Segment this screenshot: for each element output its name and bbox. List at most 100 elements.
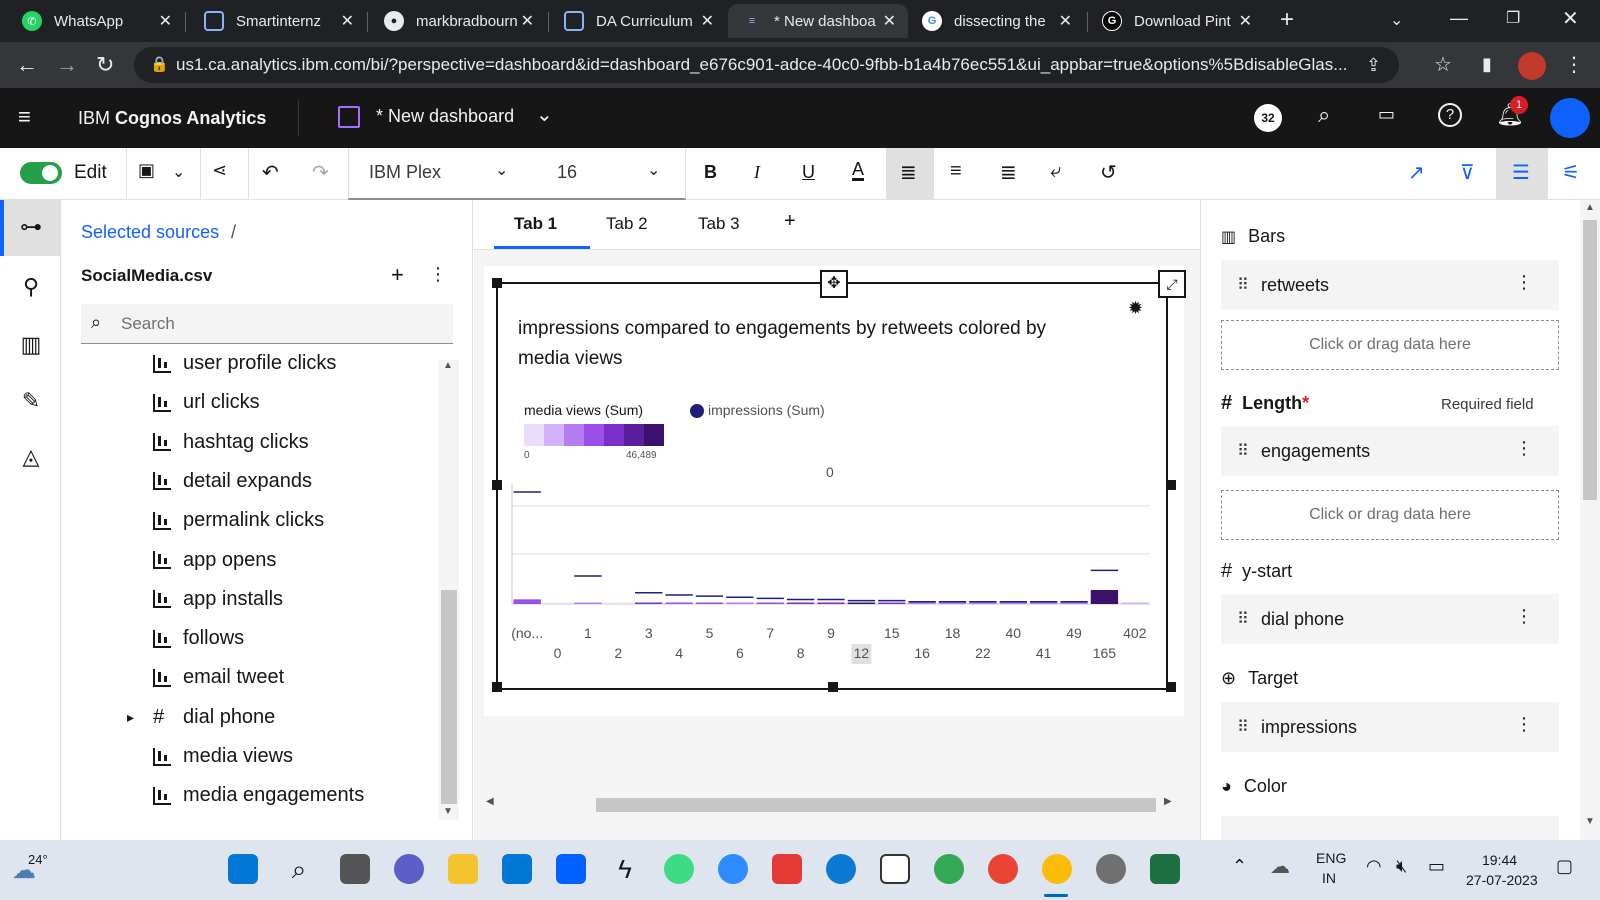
chat-icon[interactable]: ▭ (1378, 104, 1395, 125)
credits-badge[interactable]: 32 (1254, 104, 1282, 132)
window-close-icon[interactable]: ✕ (1562, 6, 1579, 31)
overflow-menu-icon[interactable]: ⋮ (1515, 272, 1533, 293)
tab-1[interactable]: Tab 1 (514, 214, 557, 234)
browser-tab[interactable]: Smartinternz ✕ (190, 4, 366, 38)
pin-icon[interactable]: ⚲ (18, 274, 44, 300)
length-dropzone[interactable]: Click or drag data here (1221, 490, 1559, 540)
expand-caret-icon[interactable]: ▸ (127, 709, 134, 726)
bullet-chart-widget[interactable]: ✥ ⤢ ✹ impressions compared to engagement… (492, 270, 1186, 692)
forward-icon[interactable]: → (56, 52, 78, 78)
chrome-icon[interactable] (988, 854, 1018, 884)
help-icon[interactable]: ? (1438, 103, 1462, 127)
android-studio-icon[interactable] (664, 854, 694, 884)
scrollbar-thumb[interactable] (441, 590, 457, 804)
source-item[interactable]: hashtag clicks (153, 431, 309, 454)
source-item[interactable]: app installs (153, 588, 283, 611)
visualizations-icon[interactable]: ▥ (18, 332, 44, 358)
sidepanel-icon[interactable]: ▮ (1482, 54, 1492, 75)
chevron-down-icon[interactable]: ⌄ (536, 102, 553, 127)
properties-icon[interactable]: ⚟ (1562, 160, 1580, 185)
search-icon[interactable]: ⌕ (1318, 102, 1330, 128)
fields-panel-button[interactable]: ☰ (1496, 148, 1548, 200)
drag-handle-icon[interactable]: ⠿ (1237, 609, 1249, 629)
source-item[interactable]: email tweet (153, 666, 284, 689)
redo-icon[interactable]: ↷ (312, 160, 329, 185)
drag-handle-icon[interactable]: ⠿ (1237, 441, 1249, 461)
widgets-icon[interactable]: ✎ (18, 388, 44, 414)
source-item[interactable]: ▸ # dial phone (127, 706, 275, 729)
font-size-value[interactable]: 16 (557, 162, 577, 183)
canvas-h-scrollbar[interactable]: ◀ ▶ (484, 796, 1174, 812)
assistant-icon[interactable]: ◬ (18, 444, 44, 470)
slot-length-item[interactable]: ⠿ engagements ⋮ (1221, 426, 1559, 476)
hamburger-menu-icon[interactable]: ≡ (18, 104, 31, 130)
wifi-icon[interactable]: ◠ (1366, 856, 1382, 877)
undo-icon[interactable]: ↶ (262, 160, 279, 185)
settings-icon[interactable] (1096, 854, 1126, 884)
align-left-button[interactable]: ≣ (886, 148, 934, 200)
bold-icon[interactable]: B (704, 162, 717, 183)
close-icon[interactable]: ✕ (521, 11, 534, 31)
source-item[interactable]: permalink clicks (153, 509, 324, 532)
save-icon[interactable]: ▣ (138, 160, 155, 181)
browser-tab[interactable]: G Download Pint ✕ (1088, 4, 1264, 38)
overflow-menu-icon[interactable]: ⋮ (1515, 606, 1533, 627)
task-view-icon[interactable] (340, 854, 370, 884)
slot-bars-item[interactable]: ⠿ retweets ⋮ (1221, 260, 1559, 310)
chrome-icon[interactable] (934, 854, 964, 884)
search-icon[interactable]: ⌕ (284, 854, 314, 884)
excel-icon[interactable] (1150, 854, 1180, 884)
edit-toggle[interactable] (20, 162, 62, 184)
move-handle-icon[interactable]: ✥ (820, 270, 848, 298)
overflow-menu-icon[interactable]: ⋮ (1515, 714, 1533, 735)
source-item[interactable]: media engagements (153, 784, 364, 807)
text-color-icon[interactable]: A (852, 160, 865, 181)
teams-icon[interactable] (394, 854, 424, 884)
overflow-menu-icon[interactable]: ⋮ (1515, 438, 1533, 459)
battery-icon[interactable]: ▭ (1428, 856, 1445, 877)
share-icon[interactable]: ⇪ (1366, 55, 1381, 76)
overflow-menu-icon[interactable]: ⋮ (429, 264, 447, 285)
wps-icon[interactable] (772, 854, 802, 884)
menu-dots-icon[interactable]: ⋮ (1564, 52, 1584, 77)
windows-start-icon[interactable] (228, 854, 258, 884)
close-icon[interactable]: ✕ (883, 11, 896, 31)
align-center-icon[interactable]: ≡ (950, 160, 962, 183)
close-icon[interactable]: ✕ (1059, 11, 1072, 31)
minimize-icon[interactable]: — (1450, 8, 1468, 29)
mail-icon[interactable] (502, 854, 532, 884)
onedrive-icon[interactable]: ☁ (1270, 854, 1290, 879)
trend-icon[interactable]: ↗ (1408, 160, 1425, 185)
clock-time[interactable]: 19:44 (1482, 852, 1517, 868)
drag-handle-icon[interactable]: ⠿ (1237, 717, 1249, 737)
wrap-text-icon[interactable]: ⤶ (1050, 160, 1061, 183)
italic-icon[interactable]: I (754, 162, 760, 183)
slot-target-item[interactable]: ⠿ impressions ⋮ (1221, 702, 1559, 752)
source-item[interactable]: detail expands (153, 470, 312, 493)
data-sources-icon[interactable]: ⊶ (18, 214, 44, 240)
dropbox-icon[interactable] (556, 854, 586, 884)
font-family-select[interactable]: IBM Plex ⌄ 16 ⌄ (348, 148, 686, 200)
browser-tab[interactable]: ✆ WhatsApp ✕ (8, 4, 184, 38)
browser-tab[interactable]: G dissecting the ✕ (908, 4, 1084, 38)
edge-icon[interactable] (826, 854, 856, 884)
source-item[interactable]: media views (153, 745, 293, 768)
browser-tab[interactable]: ● markbradbourn ✕ (370, 4, 546, 38)
underline-icon[interactable]: U (802, 162, 815, 183)
tab-2[interactable]: Tab 2 (606, 214, 648, 234)
back-icon[interactable]: ← (16, 52, 38, 78)
add-icon[interactable]: + (391, 262, 404, 288)
language-code[interactable]: ENG (1316, 850, 1346, 866)
tab-search-icon[interactable]: ⌄ (1390, 10, 1403, 30)
restore-icon[interactable]: ❐ (1506, 8, 1520, 28)
drag-handle-icon[interactable]: ⠿ (1237, 275, 1249, 295)
close-icon[interactable]: ✕ (341, 11, 354, 31)
close-icon[interactable]: ✕ (159, 11, 172, 31)
share-icon[interactable]: ⋖ (212, 160, 227, 181)
close-icon[interactable]: ✕ (1239, 11, 1252, 31)
browser-tab[interactable]: DA Curriculum ✕ (550, 4, 726, 38)
source-item[interactable]: follows (153, 627, 244, 650)
file-explorer-icon[interactable] (448, 854, 478, 884)
new-tab-icon[interactable]: + (1280, 6, 1294, 34)
source-item[interactable]: app opens (153, 549, 276, 572)
